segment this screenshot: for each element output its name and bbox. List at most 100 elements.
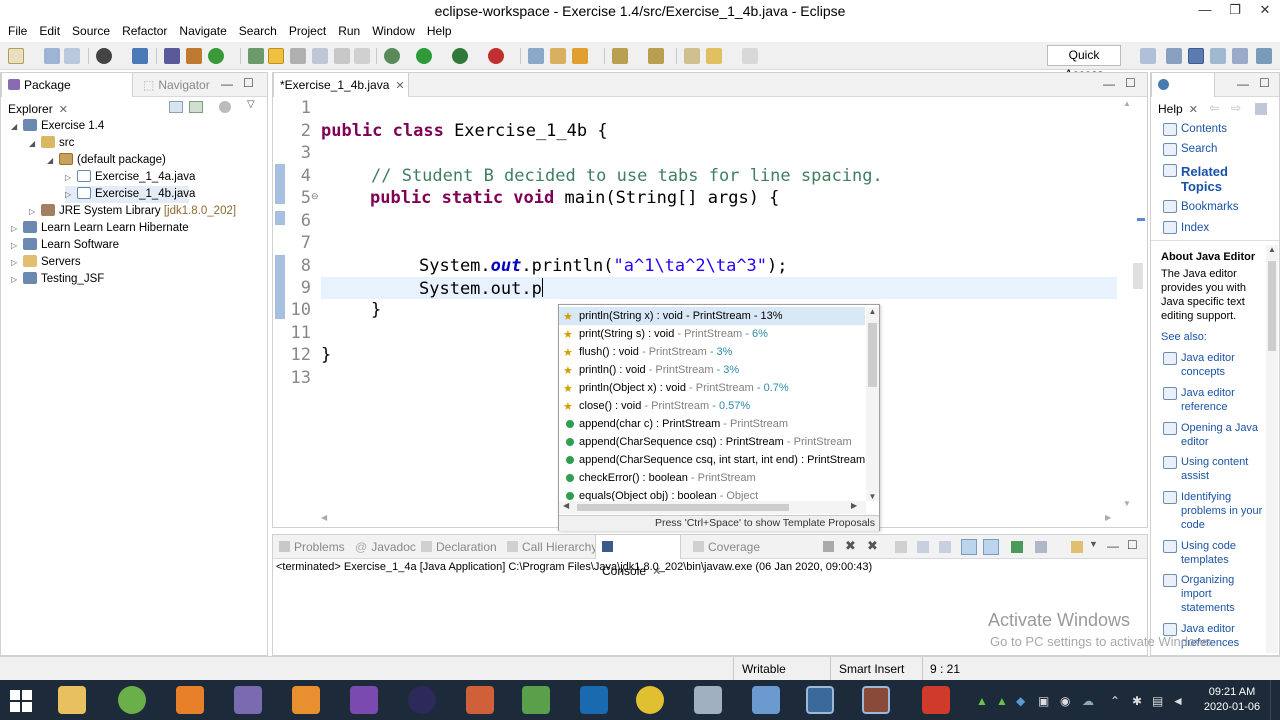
mysql-icon[interactable] (580, 686, 608, 714)
close-button[interactable]: ✕ (1250, 0, 1280, 22)
tree-item-testing-jsf[interactable]: ▷ Testing_JSF (11, 271, 104, 288)
tree-item-servers[interactable]: ▷ Servers (11, 254, 81, 271)
git-icon[interactable] (466, 686, 494, 714)
show-whitespace-icon[interactable] (334, 48, 350, 64)
tab-call-hierarchy[interactable]: Call Hierarchy (501, 535, 603, 559)
clock[interactable]: 09:21 AM 2020-01-06 (1200, 685, 1264, 715)
tree-item-learn-software[interactable]: ▷ Learn Software (11, 237, 119, 254)
minimize-view-icon[interactable]: — (221, 77, 233, 91)
back-icon[interactable] (706, 48, 722, 64)
format2-icon[interactable] (312, 48, 328, 64)
maximize-view-icon[interactable]: ☐ (1125, 76, 1136, 90)
terminate-icon[interactable] (823, 541, 834, 552)
help-link-related-topics[interactable]: Related Topics (1181, 164, 1261, 194)
back-nav-icon[interactable] (684, 48, 700, 64)
perspective-git-icon[interactable] (1256, 48, 1272, 64)
tab-coverage[interactable]: Coverage (687, 535, 766, 559)
tab-console[interactable]: Console ✕ (595, 535, 681, 578)
show-desktop-button[interactable] (1270, 680, 1280, 720)
menu-search[interactable]: Search (233, 22, 283, 40)
maximize-view-icon[interactable]: ☐ (1127, 538, 1138, 552)
scroll-down-icon[interactable]: ▼ (866, 492, 879, 501)
tab-javadoc[interactable]: @ Javadoc (349, 535, 422, 559)
menu-file[interactable]: File (0, 22, 33, 40)
help-link-opening-editor[interactable]: Opening a Java editor (1181, 421, 1265, 449)
completion-item[interactable]: ★ close() : void - PrintStream - 0.57% (559, 397, 865, 415)
package-icon[interactable] (164, 48, 180, 64)
completion-item[interactable]: append(CharSequence csq) : PrintStream -… (559, 433, 865, 451)
maximize-view-icon[interactable]: ☐ (1259, 76, 1270, 90)
prev-annotation-icon[interactable] (648, 48, 664, 64)
code-line-4[interactable]: // Student B decided to use tabs for lin… (371, 166, 883, 186)
tab-problems[interactable]: Problems (273, 535, 351, 559)
help-link-editor-reference[interactable]: Java editor reference (1181, 386, 1265, 414)
minimize-view-icon[interactable]: — (1107, 539, 1119, 553)
refresh-icon[interactable] (208, 48, 224, 64)
back-icon[interactable]: ⇦ (1209, 101, 1219, 115)
vlc-icon[interactable] (176, 686, 204, 714)
minimize-button[interactable]: — (1190, 0, 1220, 22)
help-link-editor-concepts[interactable]: Java editor concepts (1181, 351, 1265, 379)
scroll-thumb[interactable] (868, 323, 877, 387)
build-icon[interactable] (186, 48, 202, 64)
tool-icon[interactable] (248, 48, 264, 64)
fold-icon[interactable]: ⊖ (311, 191, 319, 202)
show-stdout-icon[interactable] (961, 539, 977, 555)
tab-navigator[interactable]: ⬚ Navigator (137, 73, 216, 97)
completion-item[interactable]: ★ flush() : void - PrintStream - 3% (559, 343, 865, 361)
tab-editor-file[interactable]: *Exercise_1_4b.java ✕ (273, 73, 409, 97)
view-menu-icon[interactable]: ▽ (247, 99, 255, 110)
completion-item[interactable]: checkError() : boolean - PrintStream (559, 469, 865, 487)
forward-icon[interactable]: ⇨ (1231, 101, 1241, 115)
open-perspective-icon[interactable] (1140, 48, 1156, 64)
scroll-right-icon[interactable]: ▶ (851, 501, 857, 510)
menu-run[interactable]: Run (332, 22, 366, 40)
menu-edit[interactable]: Edit (33, 22, 66, 40)
run-last-icon[interactable] (452, 48, 468, 64)
minimize-view-icon[interactable]: — (1237, 77, 1249, 91)
debug-person-icon[interactable] (96, 48, 112, 64)
media-icon[interactable] (292, 686, 320, 714)
file-explorer-icon[interactable] (58, 686, 86, 714)
show-stderr-icon[interactable] (983, 539, 999, 555)
perspective-java-icon[interactable] (1188, 48, 1204, 64)
pencil-icon[interactable] (572, 48, 588, 64)
code-line-12[interactable]: } (321, 345, 331, 365)
pin-console-icon[interactable] (1011, 541, 1023, 553)
scroll-up-icon[interactable]: ▲ (1123, 99, 1131, 108)
tree-item-src[interactable]: ◢ src (29, 135, 74, 152)
pilcrow-icon[interactable] (354, 48, 370, 64)
windows-start-icon[interactable] (10, 690, 32, 712)
help-link-contents[interactable]: Contents (1181, 122, 1227, 136)
tab-help[interactable]: Help ✕ (1151, 73, 1215, 116)
scroll-left-icon[interactable]: ◀ (563, 501, 569, 510)
maximize-view-icon[interactable]: ☐ (243, 76, 254, 90)
word-wrap-icon[interactable] (939, 541, 951, 553)
scroll-thumb[interactable] (577, 504, 789, 511)
java-ee-icon[interactable] (862, 686, 890, 714)
code-line-9[interactable]: System.out.p (419, 278, 543, 299)
bluetooth-icon[interactable]: ✱ (1132, 694, 1142, 708)
link-editor-icon[interactable] (189, 101, 203, 113)
open-type-icon[interactable] (528, 48, 544, 64)
scroll-up-icon[interactable]: ▲ (866, 307, 879, 316)
code-line-2[interactable]: public class Exercise_1_4b { (321, 121, 608, 141)
perspective-ee-icon[interactable] (1166, 48, 1182, 64)
tray-icon[interactable]: ▲ (976, 694, 988, 708)
vertical-scrollbar[interactable]: ▲ (1266, 245, 1278, 653)
open-console-icon[interactable] (1071, 541, 1083, 553)
app-icon[interactable] (234, 686, 262, 714)
scroll-up-icon[interactable]: ▲ (1266, 245, 1278, 254)
remove-launch-icon[interactable]: ✖ (845, 538, 856, 554)
volume-icon[interactable]: ◄ (1172, 694, 1184, 708)
home-icon[interactable] (1255, 103, 1267, 115)
menu-help[interactable]: Help (421, 22, 458, 40)
completion-item[interactable]: ★ print(String s) : void - PrintStream - … (559, 325, 865, 343)
completion-item[interactable]: ★ println() : void - PrintStream - 3% (559, 361, 865, 379)
scroll-down-icon[interactable]: ▼ (1123, 499, 1131, 508)
close-icon[interactable]: ✕ (395, 80, 404, 92)
scroll-left-icon[interactable]: ◀ (321, 513, 327, 522)
recorder-icon[interactable] (806, 686, 834, 714)
tray-icon[interactable]: ◆ (1016, 694, 1025, 708)
help-link-search[interactable]: Search (1181, 142, 1217, 156)
